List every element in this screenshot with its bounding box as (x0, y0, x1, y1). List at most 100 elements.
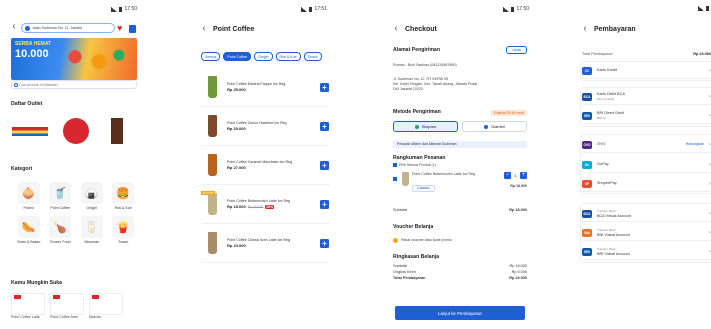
link-account-button[interactable]: Hubungkan (686, 142, 704, 146)
payment-method-item[interactable]: BRI Transfer Bank BRI Virtual Account › (582, 244, 711, 260)
search-placeholder: Cari produk di Alfamart (19, 83, 58, 87)
category-label: Promo (23, 206, 35, 210)
promo-tag: PROMO (201, 191, 216, 195)
category-icon: 🥤 (49, 182, 72, 204)
increase-button[interactable]: + (520, 172, 527, 179)
delivery-pickup-tab[interactable]: Diambil (462, 121, 527, 132)
payment-method-item[interactable]: BCA Transfer Bank BCA Virtual Account › (582, 206, 711, 222)
add-to-cart-button[interactable]: + (320, 199, 329, 209)
home-screen: 17.50 ‹ Jalan Sudirman No. 12, Jakarta ♥… (9, 0, 139, 329)
shopping-summary-title: Ringkasan Belanja (393, 254, 440, 260)
cart-icon[interactable] (129, 25, 136, 33)
category-item[interactable]: 🍙 Onigiri (76, 182, 108, 210)
address-text: Jalan Sudirman No. 12, Jakarta (32, 26, 83, 30)
category-item[interactable]: 🌭 Sosis & Bakso (13, 216, 45, 244)
outlet-point-coffee[interactable] (57, 117, 95, 145)
battery-icon (706, 6, 709, 11)
address-selector[interactable]: Jalan Sudirman No. 12, Jakarta (21, 23, 115, 33)
product-image (201, 72, 223, 102)
product-image (50, 293, 84, 315)
payment-sub: BRImo (597, 115, 607, 120)
order-item-price: Rp 18.000 (510, 184, 527, 188)
promo-banner[interactable]: SERBA HEMAT 10.000 (11, 38, 137, 80)
product-price: Rp 25.000 (227, 87, 246, 93)
payment-total-header: Total Pembayaran Rp 23.000 (582, 52, 711, 56)
payment-method-item[interactable]: CC Kartu Kredit › (582, 63, 711, 79)
summary-row: Total Pembayaran Rp 23.000 (393, 275, 527, 281)
payment-method-item[interactable]: BCA Kartu Debit BCA BCA OneKlik › (582, 89, 711, 105)
add-to-cart-button[interactable]: + (320, 121, 329, 131)
category-label: Frozen Food (50, 240, 71, 244)
outlet-alfamart[interactable] (11, 117, 49, 145)
payment-method-item[interactable]: Go GoPay › (582, 157, 711, 173)
category-label: Point Coffee (50, 206, 71, 210)
total-value: Rp 23.000 (693, 52, 711, 56)
payment-method-item[interactable]: BNI Transfer Bank BNI Virtual Account › (582, 225, 711, 241)
payment-logo: BCA (582, 92, 592, 101)
product-search-input[interactable]: Cari produk di Alfamart (11, 80, 137, 89)
summary-rows: Subtotal Rp 18.000 Ongkos Kirim Rp 5.000 T… (393, 263, 527, 281)
chip-onigiri[interactable]: Onigiri (254, 52, 273, 61)
back-icon[interactable]: ‹ (391, 24, 401, 34)
wishlist-heart-icon[interactable]: ♥ (117, 24, 122, 33)
item-checkbox-icon[interactable] (393, 177, 397, 181)
change-address-button[interactable]: Ubah (506, 46, 527, 54)
category-item[interactable]: 🧅 Promo (13, 182, 45, 210)
delivery-estimate-badge: Estimasi 30-60 menit (491, 110, 527, 116)
chip-point-coffee[interactable]: Point Coffee (223, 52, 252, 61)
delivery-ekspres-tab[interactable]: Ekspres (393, 121, 458, 132)
order-item-name: Point Coffee Butterscotch Latte Ice Reg (412, 172, 476, 176)
signal-icon (698, 6, 704, 11)
payment-method-item[interactable]: SP ShopeePay › (582, 176, 711, 192)
back-icon[interactable]: ‹ (199, 24, 209, 34)
add-to-cart-button[interactable]: + (320, 82, 329, 92)
payment-sub: BCA OneKlik (597, 96, 615, 101)
alfamart-logo (12, 126, 48, 136)
product-price: Rp 18.000 (227, 204, 246, 210)
chip-roti-kue[interactable]: Roti & Kue (275, 52, 301, 61)
voucher-selector[interactable]: Pakai voucher atau kode promo (393, 236, 527, 245)
page-title: Point Coffee (213, 25, 255, 33)
product-row[interactable]: Point Coffee Classic Aren Latte Ice Reg R… (201, 224, 329, 263)
proceed-to-payment-button[interactable]: Lanjut ke Pembayaran (395, 306, 525, 320)
decrease-button[interactable]: − (504, 172, 511, 179)
category-item[interactable]: 🥛 Minuman (76, 216, 108, 244)
product-image (201, 150, 223, 180)
item-note-button[interactable]: Catatan (412, 185, 435, 192)
product-row[interactable]: Point Coffee Choco Hazelnut Ice Reg Rp 25… (201, 107, 329, 146)
category-item[interactable]: 🍔 Roti & Kue (108, 182, 140, 210)
popular-item[interactable]: Matcha (89, 293, 123, 329)
category-icon: 🍗 (49, 216, 72, 238)
summary-value: Rp 23.000 (509, 276, 527, 280)
subtotal-label: Subtotal (393, 208, 407, 212)
chip-semua[interactable]: Semua (201, 52, 221, 61)
payment-logo: OVO (582, 140, 592, 149)
back-icon[interactable]: ‹ (580, 24, 590, 34)
popular-item[interactable]: Point Coffee Latte (11, 293, 45, 329)
category-item[interactable]: 🍟 Snack (108, 216, 140, 244)
tab-label: Ekspres (421, 124, 437, 129)
product-image (89, 293, 123, 315)
product-row[interactable]: PROMO Point Coffee Butterscotch Latte Ic… (201, 185, 329, 224)
address-line-2: Kel. Karet Tengsin, Kec. Tanah Abang, Ja… (393, 82, 478, 86)
product-image (201, 228, 223, 258)
product-name: Point Coffee Choco Hazelnut Ice Reg (227, 120, 287, 125)
category-item[interactable]: 🍗 Frozen Food (45, 216, 77, 244)
cup-image (207, 154, 217, 176)
delivery-method-title: Metode Pengiriman (393, 109, 441, 115)
payment-method-item[interactable]: BRI BRI Direct Debit BRImo › (582, 108, 711, 124)
category-item[interactable]: 🥤 Point Coffee (45, 182, 77, 210)
outlet-lawson[interactable] (103, 117, 123, 145)
add-to-cart-button[interactable]: + (320, 238, 329, 248)
add-to-cart-button[interactable]: + (320, 160, 329, 170)
product-row[interactable]: Point Coffee Matcha Frappe Ice Reg Rp 25.… (201, 68, 329, 107)
back-icon[interactable]: ‹ (9, 22, 19, 32)
chip-snack[interactable]: Snack (303, 52, 322, 61)
payment-method-item[interactable]: OVO OVO Hubungkan › (582, 137, 711, 153)
popular-item[interactable]: Point Coffee Aren (50, 293, 84, 329)
select-all-row[interactable]: Pilih Semua Produk (1) (393, 163, 527, 168)
product-row[interactable]: Point Coffee Caramel Macchiato Ice Reg Rp… (201, 146, 329, 185)
product-name: Point Coffee Classic Aren Latte Ice Reg (227, 237, 291, 242)
status-bar: 17.50 (503, 6, 529, 12)
total-label: Total Pembayaran (582, 52, 613, 56)
